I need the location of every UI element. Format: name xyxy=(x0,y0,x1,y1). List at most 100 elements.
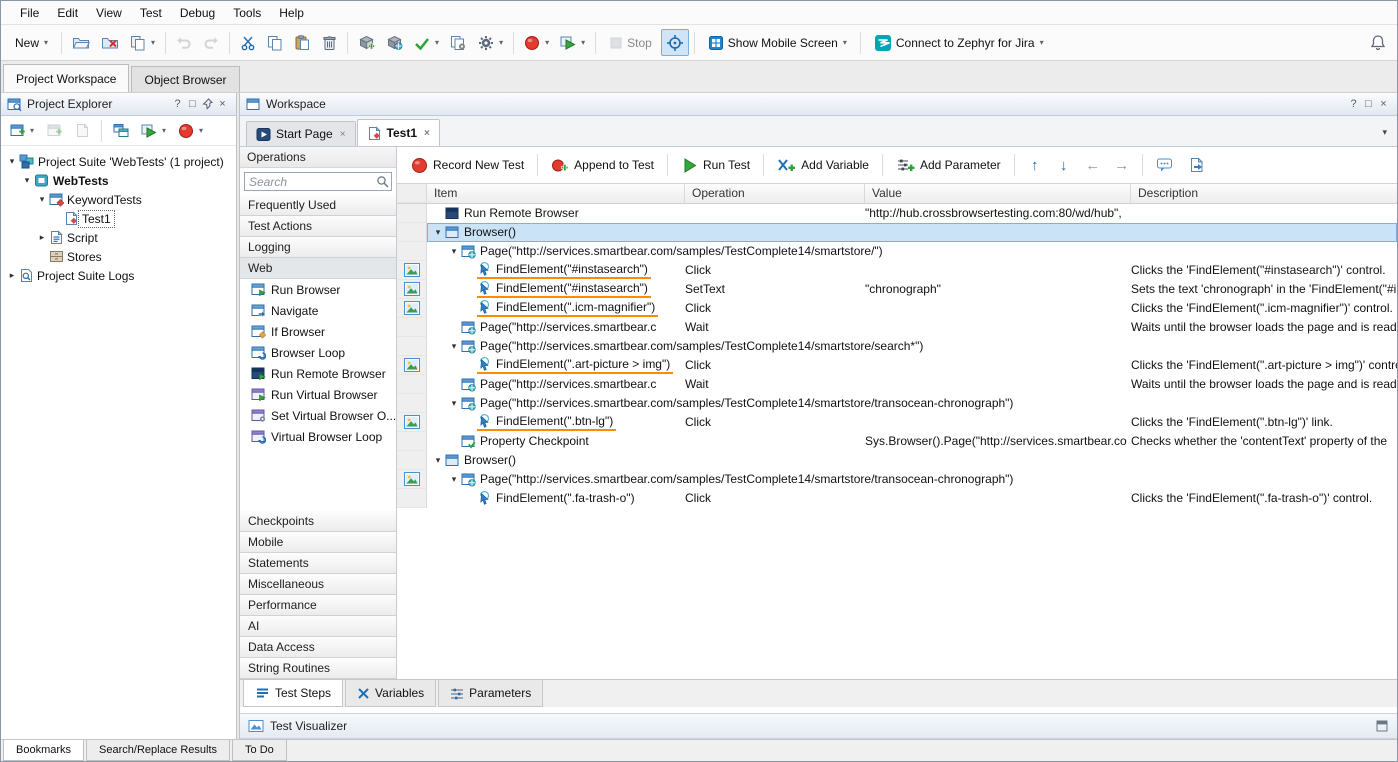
tree-item-webtests[interactable]: ▾WebTests xyxy=(1,171,236,190)
tree-expand-icon[interactable]: ▸ xyxy=(5,270,19,281)
menu-test[interactable]: Test xyxy=(131,2,171,24)
row-collapse-icon[interactable]: ▾ xyxy=(431,223,445,242)
test-step-row[interactable]: ▾Page("http://services.smartbear.com/sam… xyxy=(397,337,1397,356)
tree-item-keywordtests[interactable]: ▾KeywordTests xyxy=(1,190,236,209)
bottom-tab-test-steps[interactable]: Test Steps xyxy=(243,680,343,707)
test-step-row[interactable]: Property CheckpointSys.Browser().Page("h… xyxy=(397,432,1397,451)
append-to-test-button[interactable]: Append to Test xyxy=(545,152,660,179)
tree-item-script[interactable]: ▸Script xyxy=(1,228,236,247)
doc-tab-start-page[interactable]: Start Page× xyxy=(246,121,356,146)
operations-category-ai[interactable]: AI xyxy=(240,616,396,637)
tree-item-stores[interactable]: Stores xyxy=(1,247,236,266)
search-icon[interactable] xyxy=(374,172,392,191)
column-header-operation[interactable]: Operation xyxy=(685,184,865,203)
options-button[interactable]: ▾ xyxy=(473,29,508,56)
maximize-icon[interactable]: □ xyxy=(1361,97,1376,112)
column-header-description[interactable]: Description xyxy=(1131,184,1397,203)
add-comment-button[interactable] xyxy=(1150,152,1180,179)
operation-item-if-browser[interactable]: If Browser xyxy=(240,321,396,342)
run-test-button[interactable]: Run Test xyxy=(675,152,756,179)
tab-project-workspace[interactable]: Project Workspace xyxy=(3,64,129,92)
open-project-button[interactable] xyxy=(67,29,95,56)
run-selected-button[interactable]: ▾ xyxy=(136,117,171,144)
test-step-row[interactable]: ▾Page("http://services.smartbear.com/sam… xyxy=(397,394,1397,413)
test-step-row[interactable]: FindElement("#instasearch")SetText"chron… xyxy=(397,280,1397,299)
bottom-tab-parameters[interactable]: Parameters xyxy=(438,680,543,707)
tree-item-project-suite-logs[interactable]: ▸Project Suite Logs xyxy=(1,266,236,285)
operation-item-navigate[interactable]: Navigate xyxy=(240,300,396,321)
test-step-row[interactable]: FindElement(".icm-magnifier")ClickClicks… xyxy=(397,299,1397,318)
operations-category-test-actions[interactable]: Test Actions xyxy=(240,216,396,237)
row-collapse-icon[interactable]: ▾ xyxy=(447,394,461,413)
menu-edit[interactable]: Edit xyxy=(48,2,87,24)
cut-button[interactable] xyxy=(235,29,261,56)
operations-category-mobile[interactable]: Mobile xyxy=(240,532,396,553)
operations-category-checkpoints[interactable]: Checkpoints xyxy=(240,511,396,532)
test-step-row[interactable]: Page("http://services.smartbear.cWaitWai… xyxy=(397,375,1397,394)
test-step-row[interactable]: FindElement(".btn-lg")ClickClicks the 'F… xyxy=(397,413,1397,432)
stop-button[interactable]: Stop xyxy=(601,29,660,56)
close-icon[interactable]: × xyxy=(215,97,230,112)
move-left-button[interactable]: ← xyxy=(1080,157,1106,174)
paste-button[interactable] xyxy=(289,29,315,56)
run-project-button[interactable]: ▾ xyxy=(555,29,590,56)
tree-collapse-icon[interactable]: ▾ xyxy=(5,156,19,167)
export-to-script-button[interactable] xyxy=(1183,152,1211,179)
close-icon[interactable]: × xyxy=(1376,97,1391,112)
test-step-row[interactable]: FindElement(".fa-trash-o")ClickClicks th… xyxy=(397,489,1397,508)
operation-item-set-virtual-browser-o[interactable]: Set Virtual Browser O... xyxy=(240,405,396,426)
add-parameter-button[interactable]: Add Parameter xyxy=(890,152,1007,179)
float-icon[interactable]: □ xyxy=(185,97,200,112)
connect-zephyr-button[interactable]: Connect to Zephyr for Jira▾ xyxy=(866,29,1052,56)
notifications-button[interactable] xyxy=(1365,29,1391,56)
operations-category-web[interactable]: Web xyxy=(240,258,396,279)
operations-category-string-routines[interactable]: String Routines xyxy=(240,658,396,679)
pin-icon[interactable] xyxy=(200,97,215,112)
delete-button[interactable] xyxy=(316,29,342,56)
record-button[interactable]: ▾ xyxy=(519,29,554,56)
bottom-bar-tab-to-do[interactable]: To Do xyxy=(232,740,287,761)
bottom-bar-tab-search-replace-results[interactable]: Search/Replace Results xyxy=(86,740,230,761)
move-right-button[interactable]: → xyxy=(1109,157,1135,174)
tree-expand-icon[interactable]: ▸ xyxy=(35,232,49,243)
add-project-item-button[interactable]: ▾ xyxy=(5,117,39,144)
help-icon[interactable]: ? xyxy=(170,97,185,112)
operations-category-logging[interactable]: Logging xyxy=(240,237,396,258)
new-button[interactable]: New▾ xyxy=(7,29,56,56)
add-web-service-button[interactable] xyxy=(381,29,408,56)
operation-item-run-browser[interactable]: Run Browser xyxy=(240,279,396,300)
column-header-item[interactable]: Item xyxy=(427,184,685,203)
menu-view[interactable]: View xyxy=(87,2,131,24)
move-down-button[interactable]: ↓ xyxy=(1051,157,1077,174)
row-collapse-icon[interactable]: ▾ xyxy=(447,242,461,261)
menu-file[interactable]: File xyxy=(11,2,48,24)
operation-item-run-remote-browser[interactable]: Run Remote Browser xyxy=(240,363,396,384)
test-step-row[interactable]: Page("http://services.smartbear.cWaitWai… xyxy=(397,318,1397,337)
test-step-row[interactable]: ▾Page("http://services.smartbear.com/sam… xyxy=(397,470,1397,489)
menu-tools[interactable]: Tools xyxy=(224,2,270,24)
operations-category-data-access[interactable]: Data Access xyxy=(240,637,396,658)
copy-project-settings-button[interactable] xyxy=(445,29,472,56)
operations-category-miscellaneous[interactable]: Miscellaneous xyxy=(240,574,396,595)
redo-button[interactable] xyxy=(198,29,224,56)
test-step-row[interactable]: ▾Browser() xyxy=(397,223,1397,242)
menu-help[interactable]: Help xyxy=(270,2,313,24)
debug-run-button[interactable]: ▾ xyxy=(173,117,208,144)
object-browser-button[interactable] xyxy=(108,117,134,144)
tab-list-dropdown-icon[interactable]: ▾ xyxy=(1382,127,1391,146)
menu-debug[interactable]: Debug xyxy=(171,2,224,24)
help-icon[interactable]: ? xyxy=(1346,97,1361,112)
test-step-row[interactable]: ▾Page("http://services.smartbear.com/sam… xyxy=(397,242,1397,261)
show-mobile-screen-button[interactable]: Show Mobile Screen▾ xyxy=(700,29,855,56)
row-collapse-icon[interactable]: ▾ xyxy=(447,470,461,489)
row-collapse-icon[interactable]: ▾ xyxy=(431,451,445,470)
tree-collapse-icon[interactable]: ▾ xyxy=(35,194,49,205)
close-tab-icon[interactable]: × xyxy=(340,129,346,140)
add-existing-item-button[interactable] xyxy=(41,117,67,144)
operations-category-statements[interactable]: Statements xyxy=(240,553,396,574)
row-collapse-icon[interactable]: ▾ xyxy=(447,337,461,356)
operations-category-performance[interactable]: Performance xyxy=(240,595,396,616)
save-button[interactable]: ▾ xyxy=(125,29,160,56)
operation-item-virtual-browser-loop[interactable]: Virtual Browser Loop xyxy=(240,426,396,447)
move-up-button[interactable]: ↑ xyxy=(1022,157,1048,174)
